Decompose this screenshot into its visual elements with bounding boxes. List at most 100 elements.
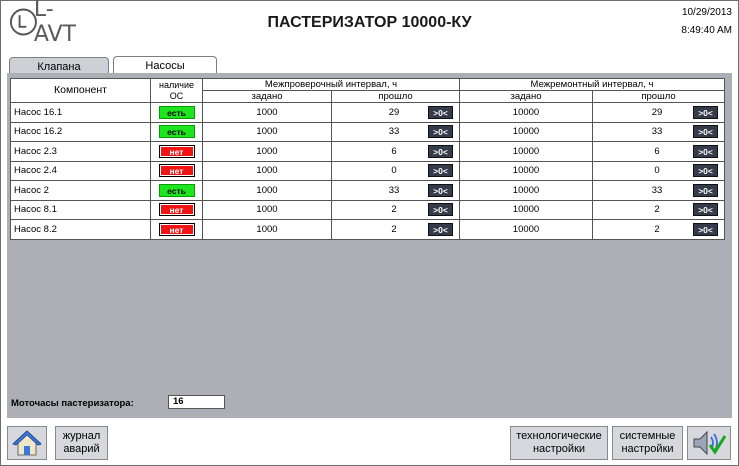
inspection-elapsed-cell: 29 >0< — [331, 102, 460, 123]
alarm-journal-button[interactable]: журнал аварий — [55, 426, 108, 460]
inspection-reset-button[interactable]: >0< — [428, 222, 453, 236]
header-bar: L-AVT ПАСТЕРИЗАТОР 10000-КУ 10/29/2013 8… — [1, 0, 738, 53]
inspection-reset-button[interactable]: >0< — [428, 105, 453, 119]
repair-set-value: 10000 — [459, 219, 593, 240]
os-status-cell: нет — [150, 160, 203, 181]
repair-reset-button[interactable]: >0< — [693, 144, 719, 158]
motor-hours-field: 16 — [168, 395, 225, 409]
inspection-elapsed-value: 2 — [391, 204, 397, 216]
inspection-elapsed-value: 0 — [391, 165, 397, 177]
os-status-cell: есть — [150, 102, 203, 123]
repair-set-value: 10000 — [459, 180, 593, 201]
repair-set-value: 10000 — [459, 199, 593, 220]
system-settings-button[interactable]: системные настройки — [612, 426, 683, 460]
repair-elapsed-value: 33 — [651, 126, 663, 138]
os-status-badge: нет — [158, 222, 195, 236]
repair-elapsed-cell: 33 >0< — [591, 180, 726, 201]
table-row: Насос 2 есть 1000 33 >0< 10000 33 >0< — [10, 180, 726, 201]
inspection-elapsed-value: 2 — [391, 223, 397, 235]
pump-name: Насос 2.4 — [10, 160, 151, 181]
os-status-cell: нет — [150, 219, 203, 240]
hmi-window: L-AVT ПАСТЕРИЗАТОР 10000-КУ 10/29/2013 8… — [0, 0, 739, 466]
subheader-inspection-elapsed: прошло — [331, 90, 460, 103]
repair-elapsed-cell: 2 >0< — [591, 199, 726, 220]
repair-elapsed-value: 2 — [654, 223, 660, 235]
repair-elapsed-value: 29 — [651, 106, 663, 118]
repair-elapsed-value: 2 — [654, 204, 660, 216]
inspection-reset-button[interactable]: >0< — [428, 144, 453, 158]
inspection-elapsed-value: 33 — [388, 184, 400, 196]
inspection-elapsed-cell: 33 >0< — [331, 180, 460, 201]
inspection-reset-button[interactable]: >0< — [428, 183, 453, 197]
table-row: Насос 8.1 нет 1000 2 >0< 10000 2 >0< — [10, 199, 726, 220]
inspection-set-value: 1000 — [202, 219, 332, 240]
repair-reset-button[interactable]: >0< — [693, 183, 719, 197]
page-title: ПАСТЕРИЗАТОР 10000-КУ — [267, 14, 472, 31]
repair-elapsed-cell: 29 >0< — [591, 102, 726, 123]
os-status-badge: есть — [158, 183, 195, 197]
inspection-reset-button[interactable]: >0< — [428, 125, 453, 139]
inspection-set-value: 1000 — [202, 141, 332, 162]
os-status-badge: есть — [158, 125, 195, 139]
repair-elapsed-value: 6 — [654, 145, 660, 157]
repair-elapsed-value: 33 — [651, 184, 663, 196]
home-button[interactable] — [7, 426, 47, 460]
inspection-set-value: 1000 — [202, 121, 332, 142]
repair-elapsed-cell: 33 >0< — [591, 121, 726, 142]
pump-name: Насос 8.2 — [10, 219, 151, 240]
inspection-reset-button[interactable]: >0< — [428, 164, 453, 178]
pumps-table: Компонент наличие ОС Межпроверочный инте… — [10, 78, 726, 240]
tech-settings-button[interactable]: технологические настройки — [510, 426, 608, 460]
repair-elapsed-cell: 6 >0< — [591, 141, 726, 162]
date-display: 10/29/2013 — [681, 7, 732, 18]
pump-name: Насос 8.1 — [10, 199, 151, 220]
inspection-set-value: 1000 — [202, 199, 332, 220]
inspection-set-value: 1000 — [202, 102, 332, 123]
repair-elapsed-value: 0 — [654, 165, 660, 177]
repair-reset-button[interactable]: >0< — [693, 125, 719, 139]
sound-button[interactable] — [687, 426, 731, 460]
home-icon — [12, 430, 42, 456]
inspection-elapsed-value: 33 — [388, 126, 400, 138]
pump-name: Насос 16.1 — [10, 102, 151, 123]
inspection-elapsed-cell: 6 >0< — [331, 141, 460, 162]
inspection-reset-button[interactable]: >0< — [428, 203, 453, 217]
inspection-elapsed-cell: 33 >0< — [331, 121, 460, 142]
inspection-elapsed-value: 6 — [391, 145, 397, 157]
repair-elapsed-cell: 0 >0< — [591, 160, 726, 181]
repair-reset-button[interactable]: >0< — [693, 164, 719, 178]
inspection-set-value: 1000 — [202, 160, 332, 181]
header-os: наличие ОС — [150, 78, 203, 103]
os-status-badge: нет — [158, 144, 195, 158]
repair-reset-button[interactable]: >0< — [693, 203, 719, 217]
inspection-elapsed-cell: 2 >0< — [331, 199, 460, 220]
header-inspection-interval: Межпроверочный интервал, ч — [202, 78, 460, 91]
repair-set-value: 10000 — [459, 121, 593, 142]
pump-name: Насос 2 — [10, 180, 151, 201]
motor-hours-label: Моточасы пастеризатора: — [11, 398, 134, 409]
inspection-elapsed-cell: 2 >0< — [331, 219, 460, 240]
repair-set-value: 10000 — [459, 141, 593, 162]
table-row: Насос 8.2 нет 1000 2 >0< 10000 2 >0< — [10, 219, 726, 240]
pump-name: Насос 16.2 — [10, 121, 151, 142]
os-status-badge: есть — [158, 105, 195, 119]
repair-elapsed-cell: 2 >0< — [591, 219, 726, 240]
table-row: Насос 16.1 есть 1000 29 >0< 10000 29 >0< — [10, 102, 726, 123]
repair-reset-button[interactable]: >0< — [693, 105, 719, 119]
repair-set-value: 10000 — [459, 160, 593, 181]
header-component: Компонент — [10, 78, 151, 103]
os-status-badge: нет — [158, 164, 195, 178]
table-row: Насос 2.3 нет 1000 6 >0< 10000 6 >0< — [10, 141, 726, 162]
inspection-elapsed-value: 29 — [388, 106, 400, 118]
pump-name: Насос 2.3 — [10, 141, 151, 162]
subheader-repair-elapsed: прошло — [591, 90, 726, 103]
sound-ok-icon — [693, 430, 727, 456]
table-row: Насос 16.2 есть 1000 33 >0< 10000 33 >0< — [10, 121, 726, 142]
table-row: Насос 2.4 нет 1000 0 >0< 10000 0 >0< — [10, 160, 726, 181]
subheader-inspection-set: задано — [202, 90, 332, 103]
os-status-cell: есть — [150, 121, 203, 142]
os-status-cell: нет — [150, 199, 203, 220]
os-status-cell: нет — [150, 141, 203, 162]
repair-reset-button[interactable]: >0< — [693, 222, 719, 236]
header-repair-interval: Межремонтный интервал, ч — [458, 78, 726, 91]
